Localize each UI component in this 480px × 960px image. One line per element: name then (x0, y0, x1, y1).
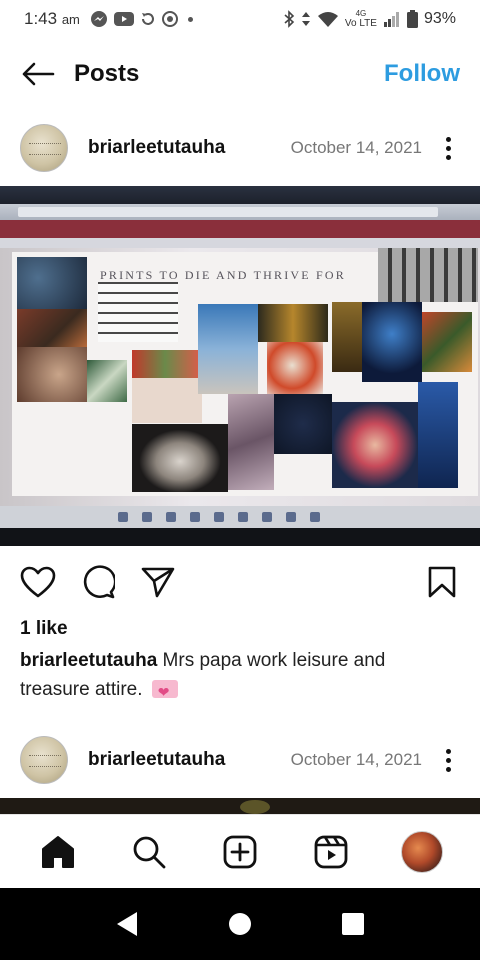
sync-icon (141, 13, 154, 25)
data-arrows-icon (301, 12, 310, 26)
collage-tile (17, 347, 87, 402)
nav-reels[interactable] (307, 828, 355, 876)
heart-icon (20, 566, 56, 598)
top-app-bar: Posts Follow (0, 50, 480, 98)
slide-title: PRINTS TO DIE AND THRIVE FOR (100, 268, 346, 282)
send-icon (141, 567, 175, 598)
more-options-button[interactable] (436, 744, 460, 776)
profile-avatar (401, 830, 444, 873)
comment-button[interactable] (78, 562, 118, 602)
browser-url-box (18, 207, 438, 217)
collage-tile (228, 394, 274, 490)
collage-tile (378, 248, 478, 302)
collage-tile (87, 360, 127, 402)
post-username[interactable]: briarleetutauha (88, 137, 225, 159)
add-post-icon (223, 835, 257, 868)
system-recents-button[interactable] (333, 904, 373, 944)
collage-tile (132, 378, 202, 423)
nav-profile[interactable] (398, 828, 446, 876)
lashes-tile (98, 282, 178, 342)
next-post-header: briarleetutauha October 14, 2021 (0, 732, 480, 788)
status-time: 1:43 am (24, 9, 80, 28)
reels-icon (314, 835, 348, 868)
battery-percent: 93% (423, 10, 456, 27)
collage-tile (267, 342, 323, 394)
circle-home-icon (228, 913, 251, 935)
chrome-icon (161, 11, 178, 27)
collage-tile (198, 304, 258, 394)
avatar[interactable] (20, 124, 68, 172)
signal-icon (383, 12, 399, 27)
nav-create[interactable] (216, 828, 264, 876)
messenger-icon (90, 11, 107, 27)
moodboard-slide: PRINTS TO DIE AND THRIVE FOR (12, 248, 478, 496)
like-button[interactable] (18, 562, 58, 602)
notification-icons (90, 10, 193, 28)
home-icon (41, 835, 74, 868)
collage-tile (17, 257, 87, 309)
collage-tile (422, 312, 472, 372)
collage-tile (418, 382, 458, 488)
more-vertical-icon (445, 748, 451, 754)
comment-icon (83, 565, 115, 599)
post-caption: briarleetutauha Mrs papa work leisure an… (20, 646, 460, 708)
battery-icon (406, 10, 418, 28)
page-title: Posts (74, 60, 140, 87)
status-right: 4G Vo LTE 93% (283, 9, 456, 29)
post-date: October 14, 2021 (290, 138, 422, 157)
collage-tile (17, 309, 87, 347)
app-ribbon (0, 220, 480, 238)
collage-tile (274, 394, 332, 454)
heart-emoji-icon (151, 679, 178, 708)
triangle-back-icon (116, 912, 137, 936)
post-image[interactable]: PRINTS TO DIE AND THRIVE FOR (0, 186, 480, 546)
more-notifications-dot (187, 16, 193, 22)
back-button[interactable] (20, 56, 56, 92)
arrow-left-icon (22, 62, 55, 86)
next-post-image[interactable] (0, 798, 480, 814)
system-back-button[interactable] (107, 904, 147, 944)
post-actions (0, 560, 480, 604)
collage-tile (258, 304, 328, 342)
avatar[interactable] (20, 736, 68, 784)
search-icon (133, 836, 166, 868)
slide-area: PRINTS TO DIE AND THRIVE FOR (0, 248, 480, 506)
more-options-button[interactable] (436, 132, 460, 164)
save-button[interactable] (422, 562, 462, 602)
follow-button[interactable]: Follow (384, 60, 460, 88)
post-header: briarleetutauha October 14, 2021 (0, 120, 480, 176)
skull-tile (132, 424, 228, 492)
system-home-button[interactable] (220, 904, 260, 944)
collage-tile (132, 350, 198, 378)
collage-tile (362, 302, 422, 382)
bookmark-icon (428, 566, 456, 598)
share-button[interactable] (138, 562, 178, 602)
nav-home[interactable] (34, 828, 82, 876)
more-vertical-icon (445, 136, 451, 142)
post-date: October 14, 2021 (290, 750, 422, 769)
youtube-icon (113, 12, 134, 26)
wifi-icon (317, 12, 338, 27)
nav-search[interactable] (125, 828, 173, 876)
like-count[interactable]: 1 like (20, 618, 68, 640)
bluetooth-icon (284, 10, 295, 28)
square-recents-icon (342, 913, 365, 935)
collage-tile (332, 302, 362, 372)
collage-tile (332, 402, 418, 488)
network-label: 4G Vo LTE (344, 9, 377, 29)
status-bar: 1:43 am 4G Vo LTE 93% (0, 0, 480, 38)
system-navigation-bar (0, 888, 480, 960)
caption-username[interactable]: briarleetutauha (20, 650, 157, 671)
bottom-navigation (0, 814, 480, 888)
post-username[interactable]: briarleetutauha (88, 749, 225, 771)
